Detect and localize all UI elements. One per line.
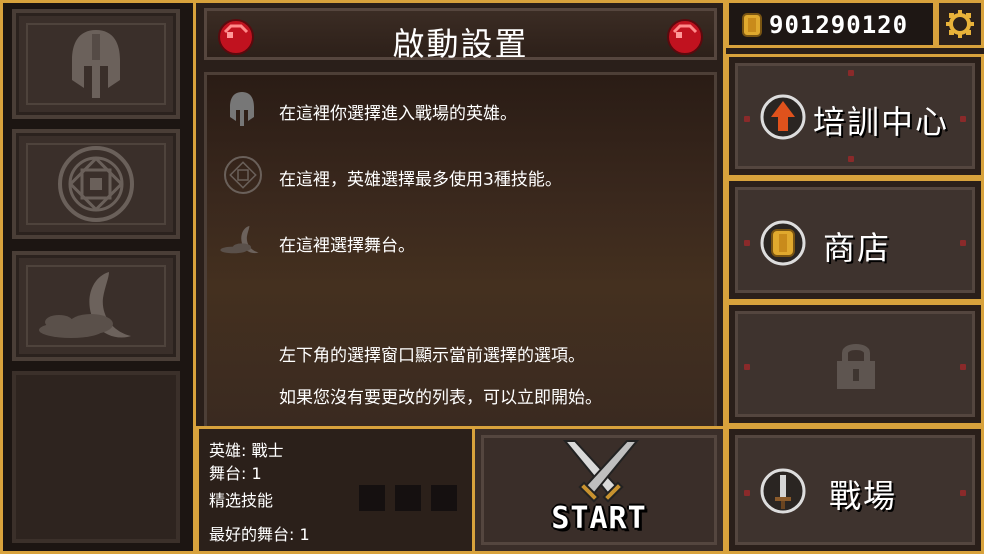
moon-cloud-icon (39, 272, 131, 338)
rune-circle-icon (224, 156, 262, 194)
info-content: 在這裡你選擇進入戰場的英雄。 在這裡，英雄選擇最多使用3種技能。 在這裡選擇舞台… (204, 72, 717, 426)
shop-label: 商店 (823, 229, 892, 267)
coin-count: 901290120 (769, 11, 909, 39)
gem-icon (667, 19, 703, 55)
skill-slot-3[interactable] (431, 485, 457, 511)
settings-button[interactable] (936, 0, 984, 48)
training-center-label: 培訓中心 (813, 103, 950, 141)
skill-slot[interactable] (12, 129, 180, 239)
selected-stage: 舞台: 1 (209, 464, 262, 483)
selection-status: 英雄: 戰士 舞台: 1 精选技能 最好的舞台: 1 (196, 426, 472, 554)
skills-label: 精选技能 (209, 491, 274, 510)
skill-hint: 在這裡，英雄選擇最多使用3種技能。 (279, 170, 562, 190)
stage-hint: 在這裡選擇舞台。 (279, 236, 415, 256)
selection-column (0, 0, 196, 554)
selected-hero: 英雄: 戰士 (209, 441, 284, 460)
selection-window-hint: 左下角的選擇窗口顯示當前選擇的選項。 (279, 346, 585, 366)
upgrade-arrow-icon (760, 94, 806, 140)
coin-icon (742, 13, 762, 37)
skill-slot-2[interactable] (395, 485, 421, 511)
coin-bar: 901290120 (726, 0, 936, 48)
sword-icon (760, 468, 806, 514)
page-title: 啟動設置 (392, 25, 529, 63)
gear-icon (946, 10, 974, 38)
info-panel: 在這裡你選擇進入戰場的英雄。 在這裡，英雄選擇最多使用3種技能。 在這裡選擇舞台… (196, 66, 726, 426)
helmet-icon (72, 30, 120, 98)
lock-icon (837, 344, 875, 389)
moon-cloud-icon (220, 225, 259, 254)
locked-button (726, 302, 984, 426)
best-stage: 最好的舞台: 1 (209, 525, 310, 544)
battlefield-button[interactable]: 戰場 (726, 426, 984, 554)
hero-hint: 在這裡你選擇進入戰場的英雄。 (279, 104, 517, 124)
hero-slot[interactable] (12, 9, 180, 119)
shop-button[interactable]: 商店 (726, 178, 984, 302)
rune-circle-icon (58, 146, 134, 222)
empty-slot (12, 371, 180, 543)
stage-slot[interactable] (12, 251, 180, 361)
training-center-button[interactable]: 培訓中心 (726, 54, 984, 178)
start-button[interactable]: START (472, 426, 726, 554)
battlefield-label: 戰場 (829, 477, 898, 515)
coin-icon (760, 220, 806, 266)
title-bar: 啟動設置 (196, 0, 726, 66)
title-plate: 啟動設置 (204, 8, 717, 63)
start-label: START (551, 501, 647, 536)
skill-slot-1[interactable] (359, 485, 385, 511)
helmet-icon (230, 92, 254, 126)
start-hint: 如果您沒有要更改的列表，可以立即開始。 (279, 388, 602, 408)
